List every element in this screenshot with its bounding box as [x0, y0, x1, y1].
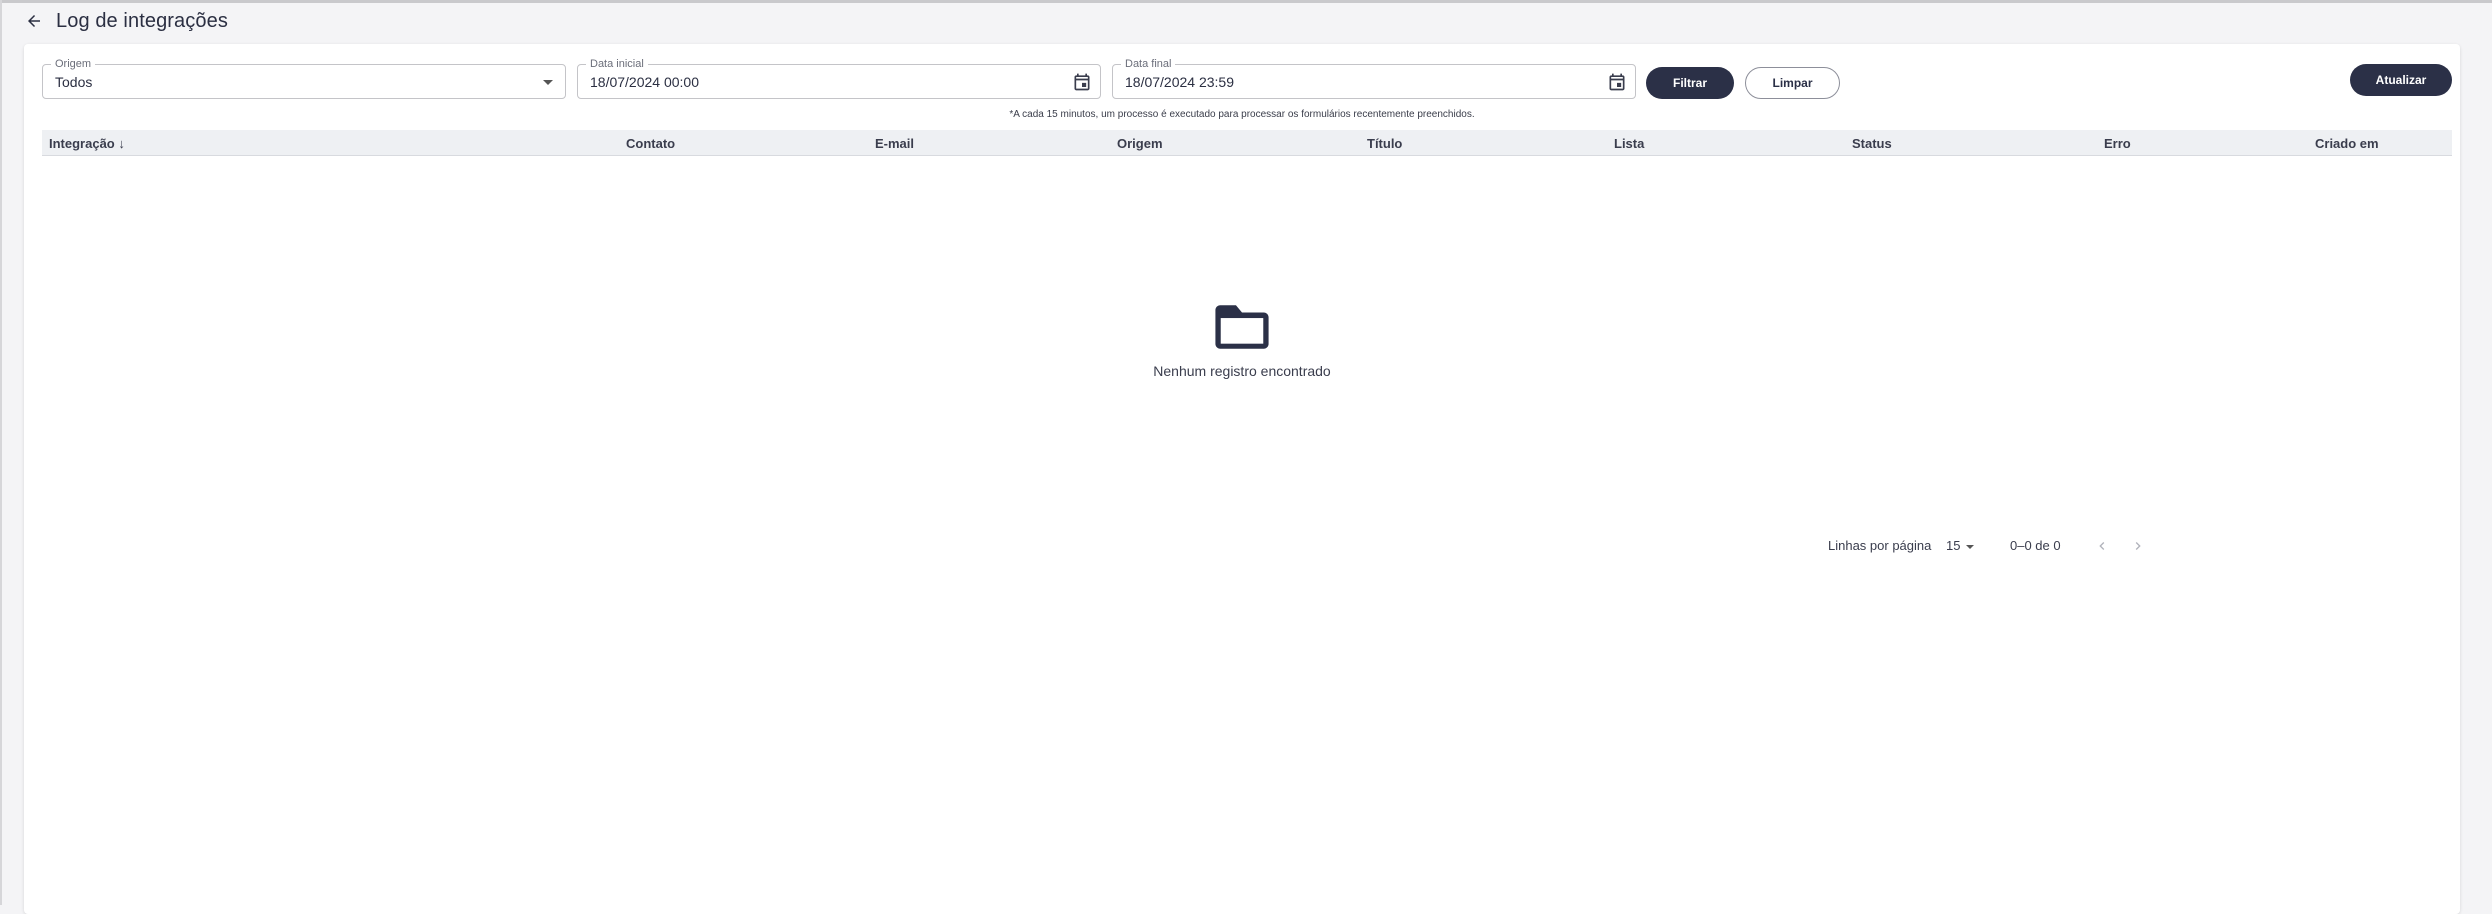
data-inicial-value: 18/07/2024 00:00 — [590, 74, 699, 90]
data-inicial-label: Data inicial — [586, 57, 648, 71]
column-header-erro[interactable]: Erro — [2104, 136, 2131, 151]
column-header-contato[interactable]: Contato — [626, 136, 675, 151]
sort-arrow-icon: ↓ — [118, 136, 125, 151]
atualizar-button[interactable]: Atualizar — [2350, 64, 2452, 96]
chevron-down-icon — [1966, 544, 1975, 549]
column-header-origem[interactable]: Origem — [1117, 136, 1163, 151]
processing-note: *A cada 15 minutos, um processo é execut… — [1009, 109, 1475, 120]
table-header: Integração ↓ Contato E-mail Origem Títul… — [42, 130, 2452, 156]
filtrar-button[interactable]: Filtrar — [1646, 67, 1734, 99]
column-header-lista[interactable]: Lista — [1614, 136, 1644, 151]
page-title: Log de integrações — [56, 9, 228, 32]
previous-page-button[interactable] — [2090, 534, 2114, 558]
column-header-criado-em[interactable]: Criado em — [2315, 136, 2379, 151]
column-label: Integração — [49, 136, 115, 151]
limpar-button[interactable]: Limpar — [1745, 67, 1840, 99]
column-header-integracao[interactable]: Integração ↓ — [49, 136, 125, 151]
rows-per-page-value: 15 — [1946, 538, 1961, 553]
data-final-label: Data final — [1121, 57, 1176, 71]
back-button[interactable] — [22, 9, 46, 33]
calendar-icon[interactable] — [1607, 72, 1627, 92]
empty-state-text: Nenhum registro encontrado — [1153, 363, 1331, 379]
empty-state: Nenhum registro encontrado — [24, 302, 2460, 379]
next-page-button[interactable] — [2126, 534, 2150, 558]
data-final-field[interactable]: Data final 18/07/2024 23:59 — [1112, 57, 1636, 99]
chevron-down-icon — [543, 80, 553, 85]
chevron-right-icon — [2135, 542, 2141, 550]
window-left-border — [0, 0, 2, 905]
origem-value: Todos — [55, 74, 93, 90]
folder-icon — [1215, 305, 1269, 349]
pagination: Linhas por página 15 0–0 de 0 — [1724, 534, 2454, 558]
page-header: Log de integrações — [22, 6, 228, 36]
data-final-value: 18/07/2024 23:59 — [1125, 74, 1234, 90]
rows-per-page-select[interactable]: 15 — [1946, 538, 1975, 553]
arrow-left-icon — [28, 15, 40, 27]
rows-per-page-label: Linhas por página — [1828, 538, 1932, 553]
pagination-range: 0–0 de 0 — [2010, 538, 2061, 553]
column-header-status[interactable]: Status — [1852, 136, 1892, 151]
window-top-border — [0, 0, 2492, 3]
column-header-email[interactable]: E-mail — [875, 136, 914, 151]
chevron-left-icon — [2099, 542, 2105, 550]
data-inicial-field[interactable]: Data inicial 18/07/2024 00:00 — [577, 57, 1101, 99]
calendar-icon[interactable] — [1072, 72, 1092, 92]
origem-label: Origem — [51, 57, 96, 71]
column-header-titulo[interactable]: Título — [1367, 136, 1402, 151]
origem-select[interactable]: Origem Todos — [42, 57, 566, 99]
integration-log-card: Origem Todos Data inicial 18/07/2024 00:… — [24, 44, 2460, 914]
